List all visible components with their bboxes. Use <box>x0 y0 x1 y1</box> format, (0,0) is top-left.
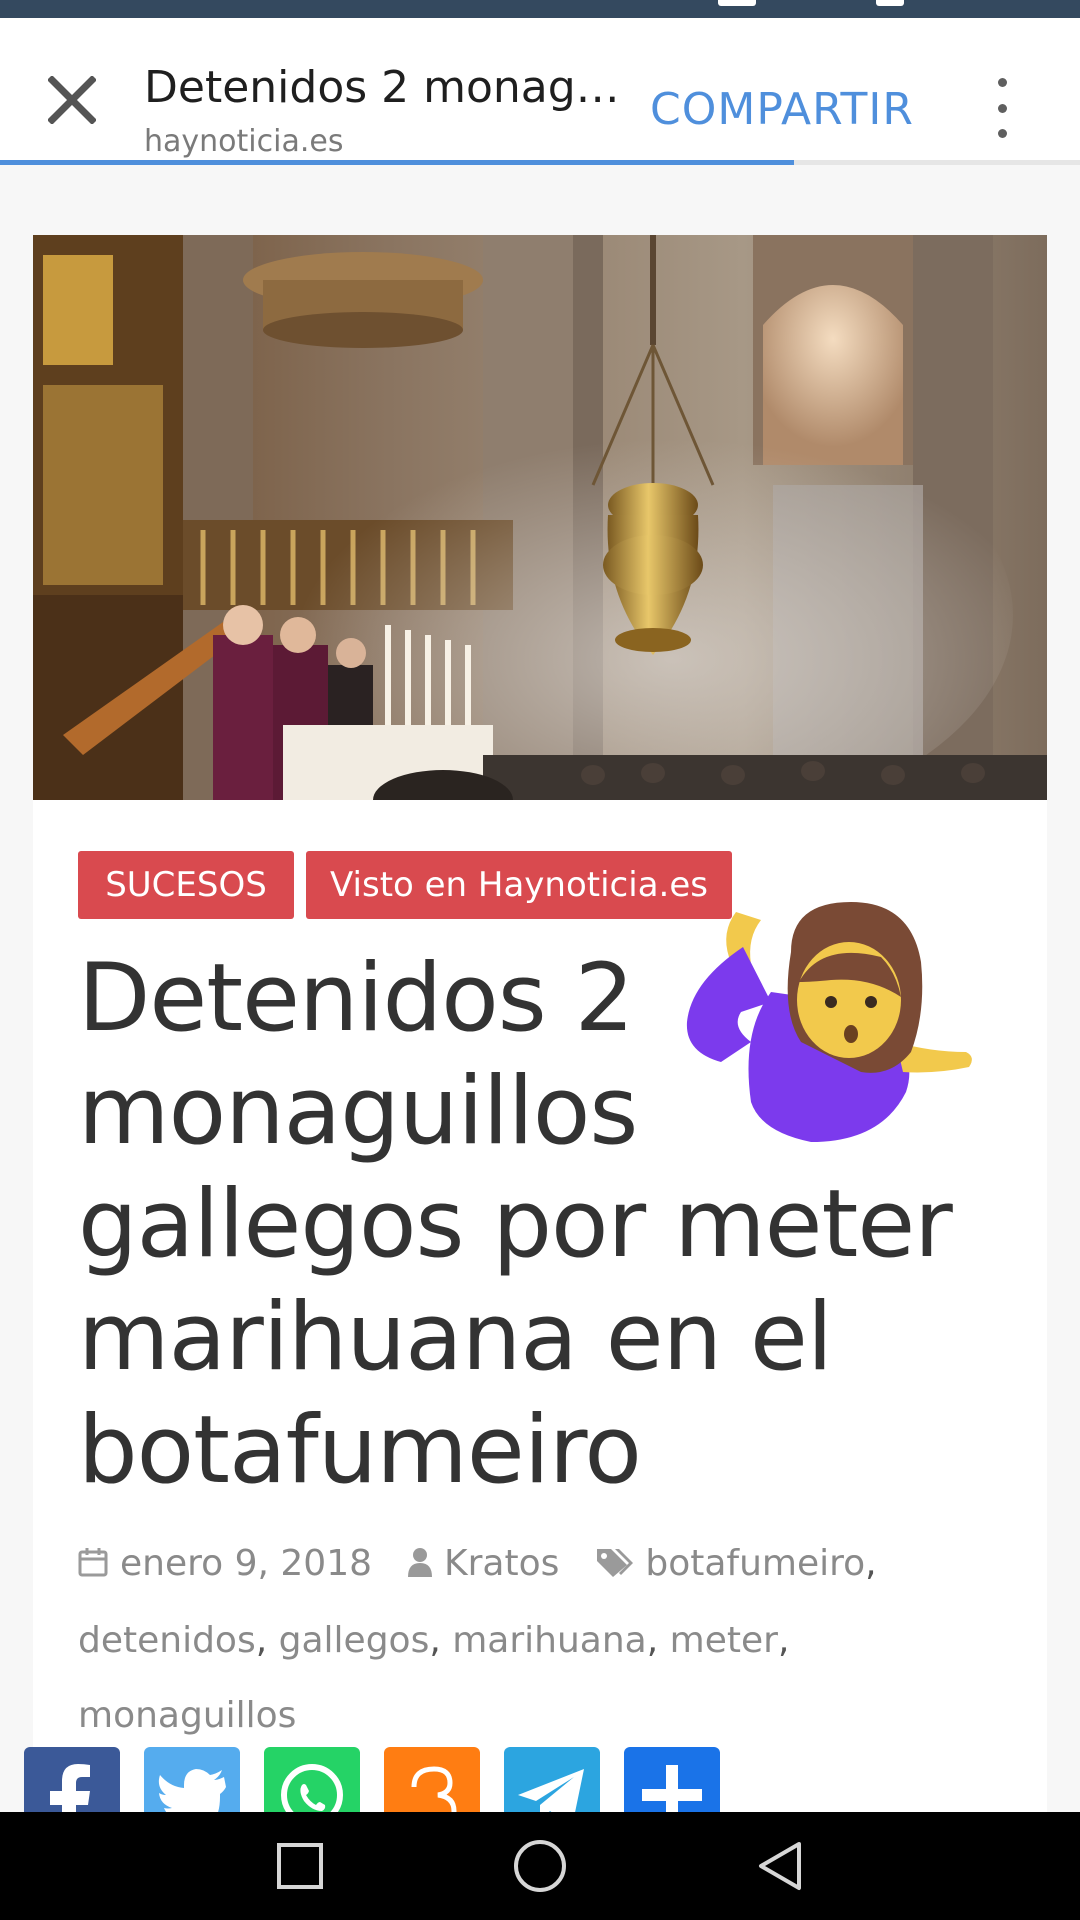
facebook-share-button[interactable] <box>24 1747 120 1812</box>
article-hero-image <box>33 235 1047 800</box>
cathedral-image <box>33 235 1047 800</box>
whatsapp-share-button[interactable] <box>264 1747 360 1812</box>
category-tag-visto-en[interactable]: Visto en Haynoticia.es <box>306 851 732 919</box>
back-icon <box>759 1842 801 1890</box>
close-icon <box>48 76 96 124</box>
facebook-icon <box>24 1747 120 1812</box>
tag-link[interactable]: botafumeiro <box>645 1543 865 1584</box>
telegram-share-button[interactable] <box>504 1747 600 1812</box>
headline-line: marihuana en el <box>78 1283 833 1392</box>
meneame-icon <box>384 1747 480 1812</box>
category-tag-sucesos[interactable]: SUCESOS <box>78 851 294 919</box>
tag-link[interactable]: monaguillos <box>78 1695 296 1736</box>
twitter-share-button[interactable] <box>144 1747 240 1812</box>
battery-icon <box>876 0 904 6</box>
status-icon <box>718 0 756 6</box>
calendar-icon <box>78 1528 108 1603</box>
article-meta: enero 9, 2018 Kratos botafumeiro, deteni… <box>78 1526 1018 1753</box>
tag-link[interactable]: meter <box>670 1620 778 1661</box>
twitter-icon <box>144 1747 240 1812</box>
share-button[interactable]: COMPARTIR <box>650 84 914 135</box>
telegram-icon <box>504 1747 600 1812</box>
share-plus-icon <box>624 1747 720 1812</box>
headline-line: botafumeiro <box>78 1396 642 1505</box>
post-date[interactable]: enero 9, 2018 <box>120 1543 372 1584</box>
whatsapp-icon <box>264 1747 360 1812</box>
home-button[interactable] <box>510 1836 570 1896</box>
browser-toolbar: Detenidos 2 monag… haynoticia.es COMPART… <box>0 18 1080 160</box>
back-button[interactable] <box>750 1836 810 1896</box>
user-icon <box>408 1528 432 1603</box>
tag-link[interactable]: gallegos <box>279 1620 430 1661</box>
recents-icon <box>277 1843 323 1889</box>
tag-link[interactable]: marihuana <box>452 1620 647 1661</box>
meneame-share-button[interactable] <box>384 1747 480 1812</box>
web-content[interactable]: SUCESOS Visto en Haynoticia.es Detenidos… <box>0 165 1080 1812</box>
status-bar <box>0 0 1080 18</box>
tags-icon <box>595 1528 634 1603</box>
home-icon <box>514 1840 566 1892</box>
person-shrugging-emoji <box>686 902 972 1142</box>
article-card: SUCESOS Visto en Haynoticia.es Detenidos… <box>33 800 1047 1812</box>
page-domain: haynoticia.es <box>144 124 344 159</box>
post-author[interactable]: Kratos <box>444 1543 559 1584</box>
more-vert-icon <box>997 78 1007 87</box>
system-navigation-bar <box>0 1812 1080 1920</box>
tag-link[interactable]: detenidos <box>78 1620 256 1661</box>
overflow-menu-button[interactable] <box>984 78 1020 138</box>
recents-button[interactable] <box>270 1836 330 1896</box>
more-share-button[interactable] <box>624 1747 720 1812</box>
page-title: Detenidos 2 monag… <box>144 62 620 113</box>
close-button[interactable] <box>36 64 108 136</box>
